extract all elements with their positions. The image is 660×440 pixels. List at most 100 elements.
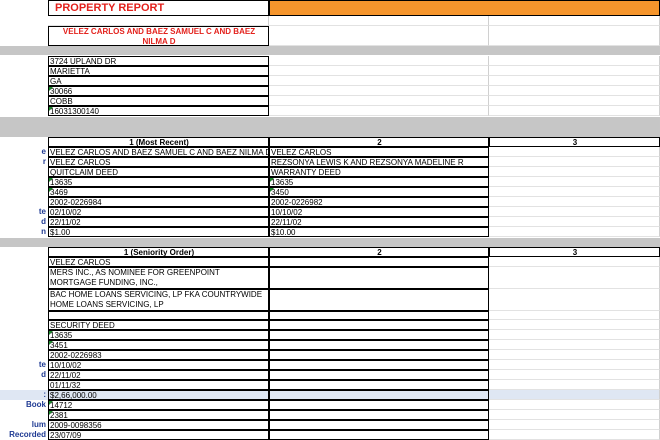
mortgage-header-row: 1 (Seniority Order) 2 3 xyxy=(0,247,660,257)
deed-row: e VELEZ CARLOS AND BAEZ SAMUEL C AND BAE… xyxy=(0,147,660,157)
mortgage-instrument: 2002-0226983 xyxy=(48,350,269,360)
mortgage-row: BAC HOME LOANS SERVICING, LP FKA COUNTRY… xyxy=(0,289,660,311)
property-county: COBB xyxy=(48,96,269,106)
row-label xyxy=(0,0,48,16)
mortgage-assign-instrument: 2009-0098356 xyxy=(48,420,269,430)
deed-row: 3469 3450 xyxy=(0,187,660,197)
city-row: MARIETTA xyxy=(0,66,660,76)
deed-2-price: $10.00 xyxy=(269,227,489,237)
parcel-row: 16031300140 xyxy=(0,106,660,116)
mortgage-book: 13635 xyxy=(48,330,269,340)
deed-1-price: $1.00 xyxy=(48,227,269,237)
deed-1-instrument: 2002-0226984 xyxy=(48,197,269,207)
mortgage-col1-header: 1 (Seniority Order) xyxy=(48,247,269,257)
deed-2-page: 3450 xyxy=(269,187,489,197)
row-label: d xyxy=(41,370,46,379)
deed-1-grantor: VELEZ CARLOS xyxy=(48,157,269,167)
mortgage-assign-page: 2381 xyxy=(48,410,269,420)
deed-1-recorded: 22/11/02 xyxy=(48,217,269,227)
deed-1-book: 13635 xyxy=(48,177,269,187)
section-bar-deeds xyxy=(0,117,660,137)
deed-2-instrument: 2002-0226982 xyxy=(269,197,489,207)
deeds-col3-header: 3 xyxy=(489,137,660,147)
title-row: PROPERTY REPORT xyxy=(0,0,660,16)
orange-header-band xyxy=(269,0,660,16)
mortgage-row: 01/11/32 xyxy=(0,380,660,390)
mortgage-row: 13635 xyxy=(0,330,660,340)
row-label: lum xyxy=(31,420,46,429)
property-address: 3724 UPLAND DR xyxy=(48,56,269,66)
mortgage-col2-header: 2 xyxy=(269,247,489,257)
property-zip: 30066 xyxy=(48,86,269,96)
deed-row: d 22/11/02 22/11/02 xyxy=(0,217,660,227)
deed-row: QUITCLAIM DEED WARRANTY DEED xyxy=(0,167,660,177)
deeds-header-row: 1 (Most Recent) 2 3 xyxy=(0,137,660,147)
deed-2-grantor: REZSONYA LEWIS K AND REZSONYA MADELINE R xyxy=(269,157,489,167)
row-label: d xyxy=(41,217,46,226)
mortgage-row: 2381 xyxy=(0,410,660,420)
deed-1-page: 3469 xyxy=(48,187,269,197)
property-parcel: 16031300140 xyxy=(48,106,269,116)
mortgage-row: 3451 xyxy=(0,340,660,350)
deed-1-type: QUITCLAIM DEED xyxy=(48,167,269,177)
owner-names: VELEZ CARLOS AND BAEZ SAMUEL C AND BAEZ … xyxy=(48,26,269,46)
section-bar-property xyxy=(0,46,660,55)
mortgage-borrower: VELEZ CARLOS xyxy=(48,257,269,267)
row-label: te xyxy=(38,360,46,369)
spacer-row xyxy=(0,16,660,26)
deed-2-date: 10/10/02 xyxy=(269,207,489,217)
row-label: Recorded xyxy=(9,430,46,439)
mortgage-row xyxy=(0,311,660,320)
mortgage-row: d 22/11/02 xyxy=(0,370,660,380)
deed-2-recorded: 22/11/02 xyxy=(269,217,489,227)
deed-row: n $1.00 $10.00 xyxy=(0,227,660,237)
deed-1-grantee: VELEZ CARLOS AND BAEZ SAMUEL C AND BAEZ … xyxy=(48,147,269,157)
deed-row: te 02/10/02 10/10/02 xyxy=(0,207,660,217)
property-report-sheet: PROPERTY REPORT VELEZ CARLOS AND BAEZ SA… xyxy=(0,0,660,440)
mortgage-assignee: BAC HOME LOANS SERVICING, LP FKA COUNTRY… xyxy=(48,289,269,311)
deed-1-date: 02/10/02 xyxy=(48,207,269,217)
mortgage-assign-book: 14712 xyxy=(48,400,269,410)
deed-row: 2002-0226984 2002-0226982 xyxy=(0,197,660,207)
address-row: 3724 UPLAND DR xyxy=(0,56,660,66)
mortgage-col3-header: 3 xyxy=(489,247,660,257)
deed-2-book: 13635 xyxy=(269,177,489,187)
deed-row: 13635 13635 xyxy=(0,177,660,187)
deed-2-grantee: VELEZ CARLOS xyxy=(269,147,489,157)
owner-row: VELEZ CARLOS AND BAEZ SAMUEL C AND BAEZ … xyxy=(0,26,660,46)
mortgage-row: : $2,66,000.00 xyxy=(0,390,660,400)
mortgage-page: 3451 xyxy=(48,340,269,350)
row-label: n xyxy=(41,227,46,236)
mortgage-row: MERS INC., AS NOMINEE FOR GREENPOINT MOR… xyxy=(0,267,660,289)
mortgage-deed-type: SECURITY DEED xyxy=(48,320,269,330)
mortgage-row: Recorded 23/07/09 xyxy=(0,430,660,440)
report-title: PROPERTY REPORT xyxy=(48,0,269,16)
state-row: GA xyxy=(0,76,660,86)
mortgage-row: te 10/10/02 xyxy=(0,360,660,370)
deeds-col2-header: 2 xyxy=(269,137,489,147)
mortgage-row: Book 14712 xyxy=(0,400,660,410)
row-label: Book xyxy=(26,400,46,409)
deeds-col1-header: 1 (Most Recent) xyxy=(48,137,269,147)
mortgage-blank xyxy=(48,311,269,320)
mortgage-row: SECURITY DEED xyxy=(0,320,660,330)
property-city: MARIETTA xyxy=(48,66,269,76)
section-bar-mortgages xyxy=(0,238,660,247)
mortgage-date: 10/10/02 xyxy=(48,360,269,370)
mortgage-amount: $2,66,000.00 xyxy=(48,390,269,400)
mortgage-assign-recorded: 23/07/09 xyxy=(48,430,269,440)
deed-2-type: WARRANTY DEED xyxy=(269,167,489,177)
mortgage-maturity: 01/11/32 xyxy=(48,380,269,390)
mortgage-lender: MERS INC., AS NOMINEE FOR GREENPOINT MOR… xyxy=(48,267,269,289)
mortgage-row: lum 2009-0098356 xyxy=(0,420,660,430)
mortgage-row: VELEZ CARLOS xyxy=(0,257,660,267)
mortgage-recorded: 22/11/02 xyxy=(48,370,269,380)
zip-row: 30066 xyxy=(0,86,660,96)
row-label: te xyxy=(38,207,46,216)
row-label: r xyxy=(42,157,46,166)
row-label: : xyxy=(43,390,46,399)
row-label: e xyxy=(41,147,46,156)
county-row: COBB xyxy=(0,96,660,106)
property-state: GA xyxy=(48,76,269,86)
mortgage-row: 2002-0226983 xyxy=(0,350,660,360)
